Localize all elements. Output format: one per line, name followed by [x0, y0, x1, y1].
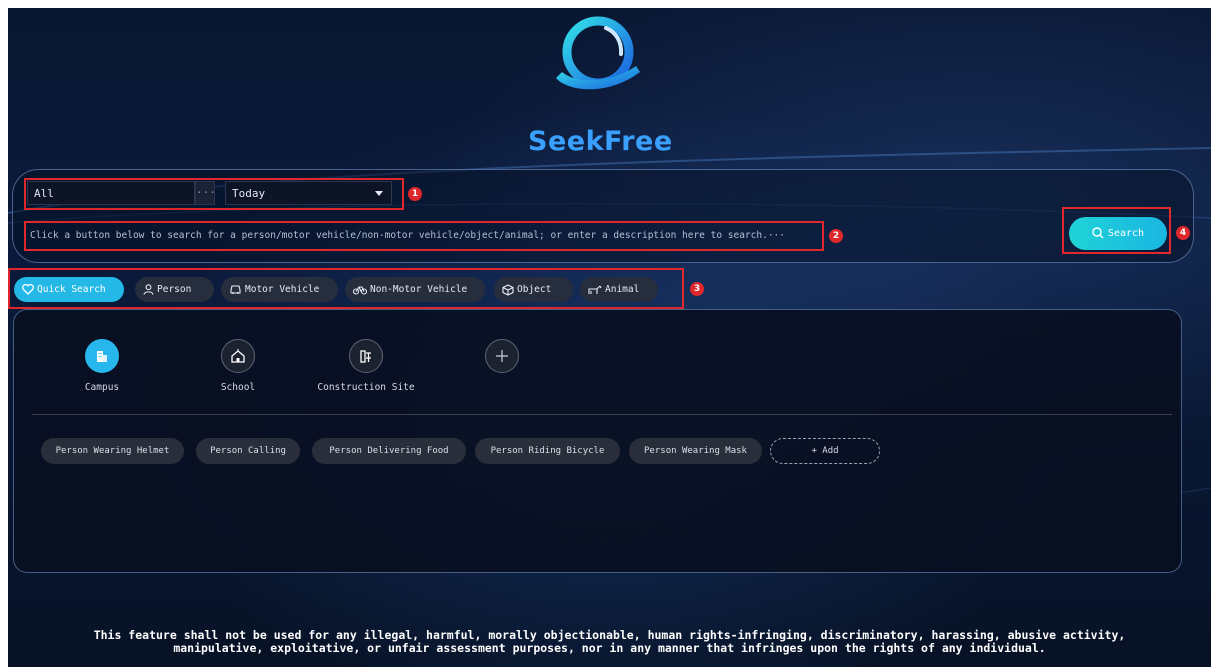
panel-divider	[32, 414, 1172, 415]
add-tag-button[interactable]: + Add	[770, 438, 880, 464]
scene-label: Campus	[84, 382, 120, 393]
scene-campus[interactable]: Campus	[52, 339, 152, 393]
scene-school[interactable]: School	[188, 339, 288, 393]
tag-person-delivering-food[interactable]: Person Delivering Food	[312, 438, 466, 464]
annotation-marker-3: 3	[690, 282, 704, 296]
annotation-marker-4: 4	[1176, 226, 1190, 240]
annotation-box-4	[1062, 207, 1171, 254]
building-icon	[85, 339, 119, 373]
tag-person-wearing-mask[interactable]: Person Wearing Mask	[629, 438, 762, 464]
scene-construction-site[interactable]: Construction Site	[316, 339, 416, 393]
tag-person-calling[interactable]: Person Calling	[196, 438, 300, 464]
app-logo: SeekFree	[528, 10, 672, 160]
scene-label: Construction Site	[317, 382, 415, 393]
annotation-marker-1: 1	[408, 187, 422, 201]
plus-icon	[485, 339, 519, 373]
scene-label: School	[220, 382, 256, 393]
annotation-box-1	[24, 178, 404, 210]
school-icon	[221, 339, 255, 373]
planet-logo-icon	[556, 16, 640, 90]
tag-person-riding-bicycle[interactable]: Person Riding Bicycle	[475, 438, 620, 464]
add-scene-button[interactable]	[452, 339, 552, 382]
tag-person-wearing-helmet[interactable]: Person Wearing Helmet	[41, 438, 184, 464]
annotation-box-2	[24, 221, 824, 251]
construction-icon	[349, 339, 383, 373]
disclaimer-text: This feature shall not be used for any i…	[0, 629, 1219, 655]
disclaimer-line-2: manipulative, exploitative, or unfair as…	[173, 641, 1046, 655]
app-name: SeekFree	[528, 126, 673, 157]
annotation-marker-2: 2	[829, 229, 843, 243]
annotation-box-3	[8, 268, 684, 309]
